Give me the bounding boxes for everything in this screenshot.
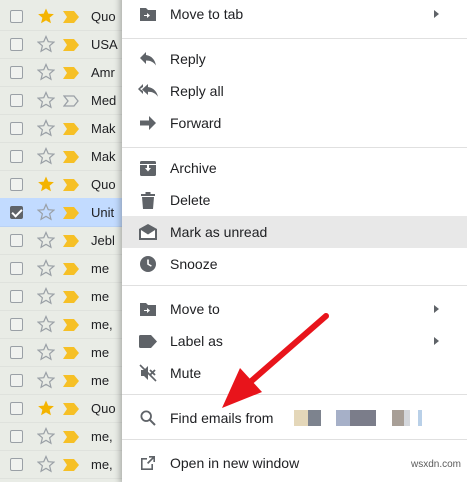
annotation-arrow xyxy=(222,313,329,408)
watermark: wsxdn.com xyxy=(410,459,461,470)
